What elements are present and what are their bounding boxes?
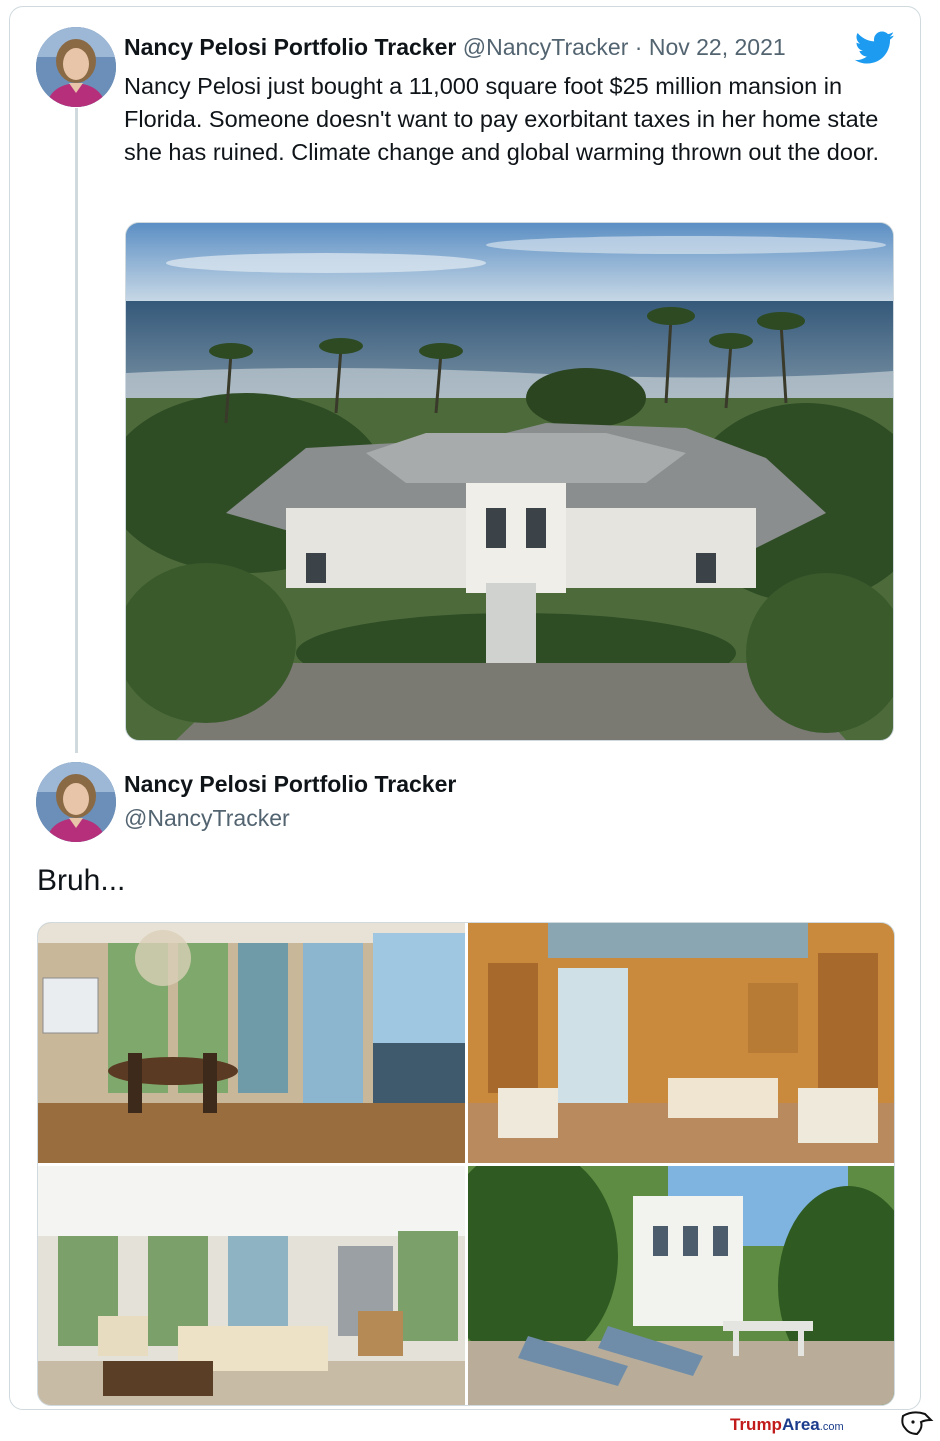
tweet-header: Nancy Pelosi Portfolio Tracker @NancyTra… — [124, 34, 786, 61]
pool-patio-photo[interactable] — [468, 1166, 894, 1405]
author-name[interactable]: Nancy Pelosi Portfolio Tracker — [124, 771, 456, 798]
thread-connector-line — [75, 108, 78, 753]
author-name[interactable]: Nancy Pelosi Portfolio Tracker — [124, 34, 456, 60]
watermark-face-icon — [895, 1410, 935, 1436]
header-separator: · — [634, 34, 643, 60]
mansion-aerial-photo[interactable] — [125, 222, 894, 741]
photo-grid — [37, 922, 895, 1406]
watermark-part-3: .com — [819, 1421, 844, 1433]
tweet-text: Nancy Pelosi just bought a 11,000 square… — [124, 73, 880, 165]
tweet-date[interactable]: Nov 22, 2021 — [649, 34, 786, 60]
author-handle[interactable]: @NancyTracker — [463, 34, 629, 60]
author-avatar[interactable] — [36, 762, 116, 842]
author-avatar[interactable] — [36, 27, 116, 107]
author-handle[interactable]: @NancyTracker — [124, 805, 290, 832]
site-watermark: TrumpArea.com — [730, 1415, 844, 1435]
tweet-text: Bruh... — [37, 864, 126, 897]
twitter-bird-icon[interactable] — [854, 31, 895, 65]
watermark-part-1: Trump — [730, 1415, 782, 1434]
living-room-photo[interactable] — [38, 1166, 465, 1405]
dining-room-photo[interactable] — [38, 923, 465, 1163]
watermark-part-2: Area — [781, 1415, 820, 1434]
library-photo[interactable] — [468, 923, 894, 1163]
